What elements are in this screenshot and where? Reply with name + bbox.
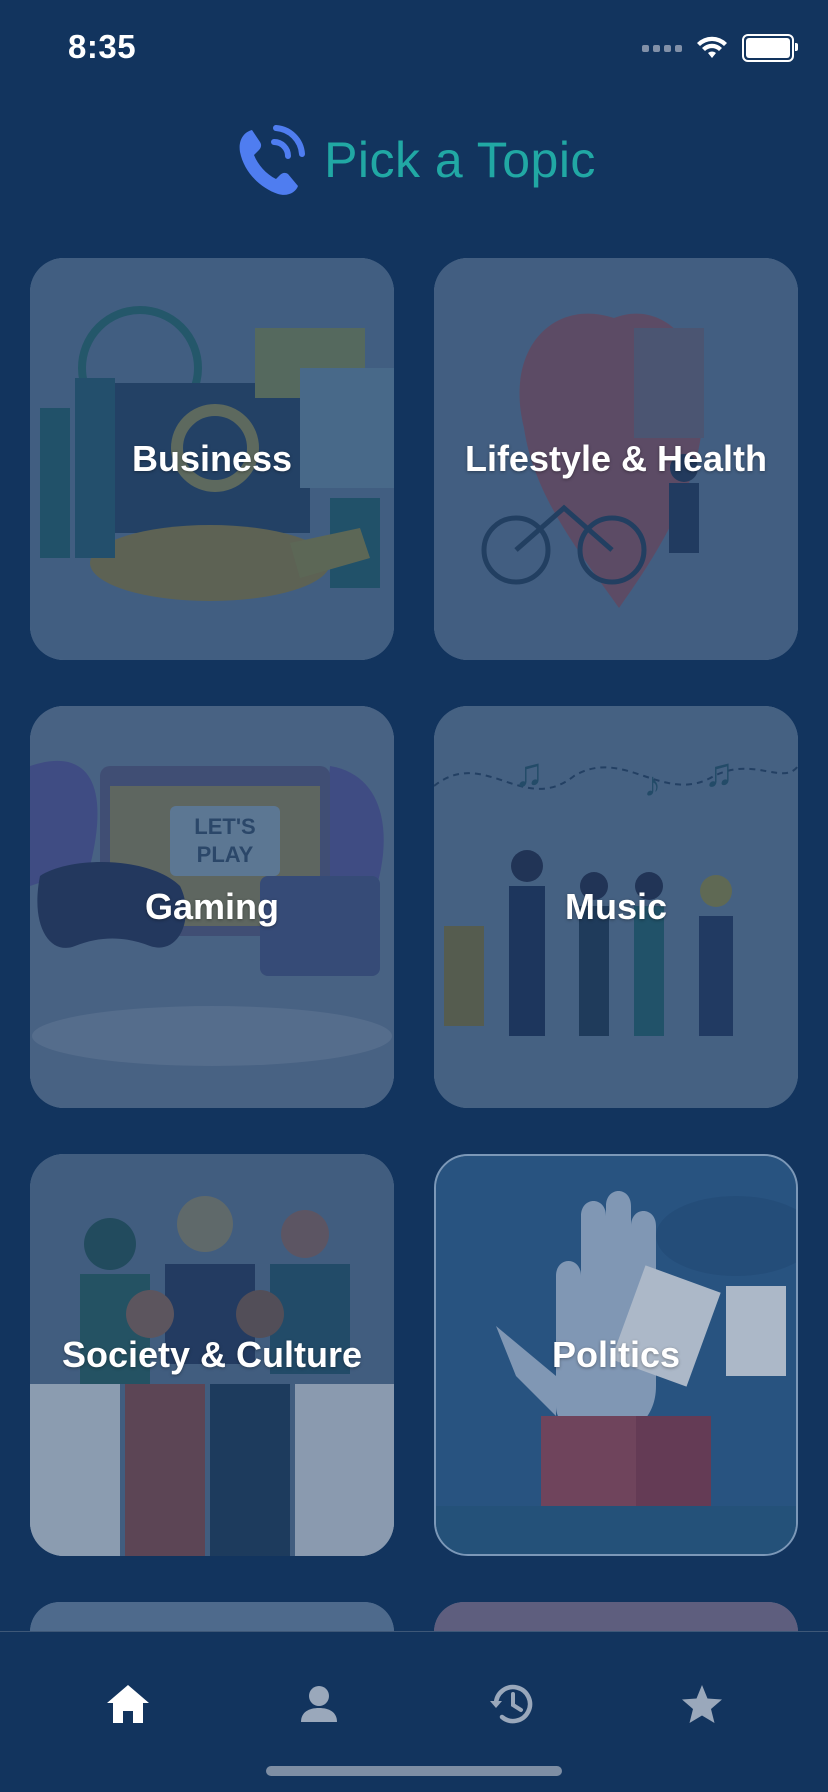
- battery-icon: [742, 34, 798, 62]
- topic-label-society-culture: Society & Culture: [61, 1334, 363, 1375]
- header: Pick a Topic: [0, 110, 828, 210]
- topic-card-lifestyle-health[interactable]: Lifestyle & Health: [434, 258, 798, 660]
- page-title: Pick a Topic: [324, 132, 596, 188]
- topic-card-music[interactable]: ♫ ♪ ♫ Music: [434, 706, 798, 1108]
- tab-bar: [0, 1631, 828, 1792]
- topic-card-society-culture[interactable]: Society & Culture: [30, 1154, 394, 1556]
- wifi-icon: [697, 36, 727, 58]
- topic-label-lifestyle-health: Lifestyle & Health: [464, 438, 768, 479]
- tab-home[interactable]: [98, 1674, 158, 1734]
- home-indicator: [266, 1766, 562, 1776]
- status-bar: 8:35: [0, 0, 828, 100]
- status-icons: [642, 34, 798, 62]
- status-time: 8:35: [68, 28, 137, 65]
- topic-label-business: Business: [131, 438, 293, 479]
- topic-label-politics: Politics: [551, 1334, 681, 1375]
- tab-profile[interactable]: [289, 1674, 349, 1734]
- topic-card-business[interactable]: Business: [30, 258, 394, 660]
- topic-card-politics[interactable]: Politics: [434, 1154, 798, 1556]
- topic-card-gaming[interactable]: LET'S PLAY Gaming: [30, 706, 394, 1108]
- cellular-signal-icon: [642, 44, 682, 52]
- history-icon: [490, 1684, 533, 1724]
- home-icon: [107, 1685, 149, 1723]
- topic-label-gaming: Gaming: [144, 886, 279, 927]
- tab-history[interactable]: [481, 1674, 541, 1734]
- star-icon: [682, 1685, 722, 1723]
- phone-call-icon: [239, 125, 306, 195]
- tab-favorites[interactable]: [672, 1674, 732, 1734]
- topic-label-music: Music: [564, 886, 668, 927]
- profile-icon: [301, 1686, 337, 1722]
